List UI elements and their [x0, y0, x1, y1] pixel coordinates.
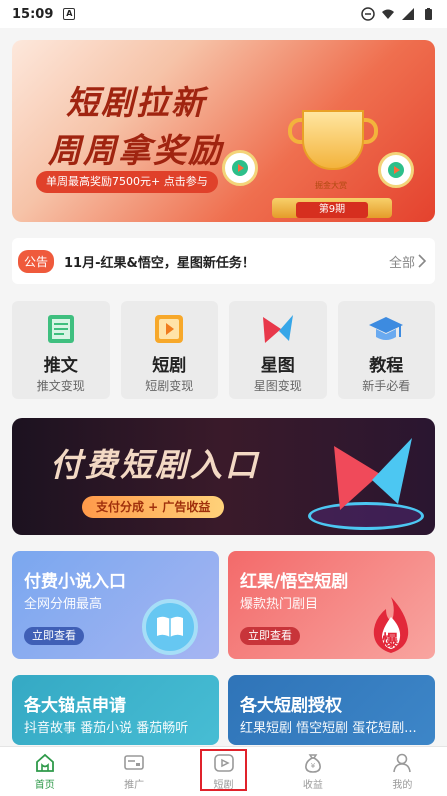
tile-jiaocheng[interactable]: 教程 新手必看 — [337, 301, 435, 399]
notice-bar[interactable]: 公告 11月-红果&悟空，星图新任务！ 全部 — [12, 238, 435, 284]
card-title: 各大短剧授权 — [240, 696, 342, 716]
status-time: 15:09 — [12, 6, 54, 22]
nav-label: 我的 — [392, 780, 413, 791]
tile-subtitle: 新手必看 — [362, 379, 411, 393]
view-now-button[interactable]: 立即查看 — [240, 627, 300, 645]
card-subtitle: 全网分佣最高 — [24, 597, 103, 612]
notice-badge: 公告 — [18, 249, 55, 273]
book-icon — [47, 315, 74, 343]
tile-duanju[interactable]: 短剧 短剧变现 — [120, 301, 218, 399]
status-bar: 15:09 A — [0, 0, 447, 28]
card-title: 红果/悟空短剧 — [240, 572, 349, 592]
card-subtitle: 抖音故事 番茄小说 番茄畅听 — [24, 721, 189, 736]
tile-tuiwen[interactable]: 推文 推文变现 — [12, 301, 110, 399]
money-bag-icon: ¥ — [304, 754, 321, 773]
film-icon — [155, 315, 184, 343]
wifi-icon — [382, 9, 394, 19]
app-notification-icon: A — [63, 8, 76, 20]
tile-title: 教程 — [369, 356, 404, 376]
chevron-right-icon — [418, 254, 427, 268]
tile-xingtu[interactable]: 星图 星图变现 — [229, 301, 327, 399]
do-not-disturb-icon — [361, 7, 375, 21]
hot-badge-text: 爆 — [382, 631, 399, 650]
nav-highlight-box — [200, 749, 247, 791]
star-map-icon — [262, 315, 293, 343]
graduation-cap-icon — [369, 317, 404, 340]
card-title: 付费小说入口 — [24, 572, 126, 592]
notice-text[interactable]: 11月-红果&悟空，星图新任务！ — [64, 252, 255, 271]
nav-label: 推广 — [124, 780, 145, 791]
tile-subtitle: 推文变现 — [36, 379, 85, 393]
nav-label: 首页 — [34, 780, 55, 791]
card-drama-authorization[interactable]: 各大短剧授权 红果短剧 悟空短剧 蛋花短剧... — [228, 675, 435, 745]
feature-tiles: 推文 推文变现 短剧 短剧变现 星图 星图变现 教程 新手必看 — [12, 301, 435, 399]
banner-title-line2: 周周拿奖励 — [48, 131, 223, 170]
status-icons — [361, 7, 435, 21]
trophy-icon — [302, 110, 364, 170]
card-paid-novel[interactable]: 付费小说入口 全网分佣最高 立即查看 — [12, 551, 219, 659]
tile-title: 推文 — [43, 356, 78, 376]
tile-subtitle: 短剧变现 — [145, 379, 194, 393]
notice-all-link[interactable]: 全部 — [389, 252, 427, 271]
card-anchor-apply[interactable]: 各大锚点申请 抖音故事 番茄小说 番茄畅听 — [12, 675, 219, 745]
tile-title: 短剧 — [152, 356, 187, 376]
play-coin-icon — [222, 150, 258, 186]
issue-ribbon: 第9期 — [296, 202, 368, 218]
card-subtitle: 红果短剧 悟空短剧 蛋花短剧... — [240, 721, 417, 736]
card-subtitle: 爆款热门剧目 — [240, 597, 319, 612]
banner-title-line1: 短剧拉新 — [66, 83, 206, 122]
promo-banner-short-drama[interactable]: 短剧拉新 周周拿奖励 单周最高奖励7500元+ 点击参与 掘金大赏 第9期 — [12, 40, 435, 222]
user-icon — [393, 753, 412, 773]
nav-home[interactable]: 首页 — [0, 747, 89, 796]
trophy-label: 掘金大赏 — [315, 181, 347, 190]
card-title: 各大锚点申请 — [24, 696, 126, 716]
banner-cta-pill[interactable]: 单周最高奖励7500元+ 点击参与 — [36, 171, 218, 193]
nav-promote[interactable]: 推广 — [89, 747, 178, 796]
play-coin-icon — [378, 152, 414, 188]
nav-label: 收益 — [302, 780, 323, 791]
svg-text:¥: ¥ — [311, 762, 316, 770]
notice-all-label: 全部 — [388, 255, 415, 271]
nav-profile[interactable]: 我的 — [358, 747, 447, 796]
promote-icon — [124, 755, 144, 770]
tile-title: 星图 — [260, 356, 295, 376]
paid-drama-pill: 支付分成 + 广告收益 — [82, 496, 225, 518]
signal-icon — [402, 8, 414, 20]
battery-icon — [425, 8, 432, 20]
nav-earnings[interactable]: ¥ 收益 — [268, 747, 357, 796]
tile-subtitle: 星图变现 — [253, 379, 302, 393]
card-hongguo-wukong[interactable]: 红果/悟空短剧 爆款热门剧目 立即查看 爆 — [228, 551, 435, 659]
home-icon — [35, 753, 54, 772]
star-map-logo-icon — [334, 438, 412, 510]
paid-drama-banner[interactable]: 付费短剧入口 支付分成 + 广告收益 — [12, 418, 435, 535]
open-book-icon — [142, 599, 198, 655]
view-now-button[interactable]: 立即查看 — [24, 627, 84, 645]
paid-drama-title: 付费短剧入口 — [50, 446, 261, 484]
